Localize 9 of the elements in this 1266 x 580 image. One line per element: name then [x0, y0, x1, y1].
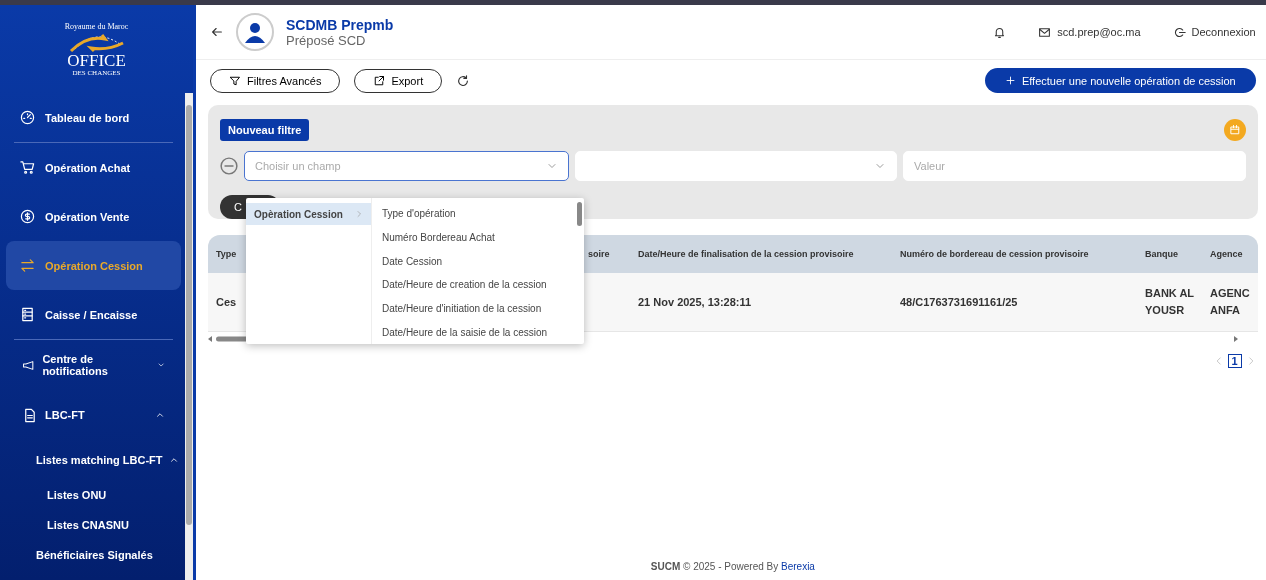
user-name: SCDMB Prepmb — [286, 16, 394, 33]
user-email: scd.prep@oc.ma — [1057, 26, 1141, 38]
table-cell-text: Ces — [215, 294, 238, 310]
user-role: Préposé SCD — [286, 32, 366, 48]
table-cell-text: AGENC ANFA — [1209, 286, 1251, 318]
footer-text: SUCM © 2025 - Powered By Berexia — [649, 561, 816, 574]
table-cell-text: 48/C1763731691161/25 — [899, 294, 1019, 310]
table-cell-text: 21 Nov 2025, 13:28:11 — [637, 294, 753, 310]
table-cell-text: BANK AL YOUSR — [1144, 286, 1195, 318]
